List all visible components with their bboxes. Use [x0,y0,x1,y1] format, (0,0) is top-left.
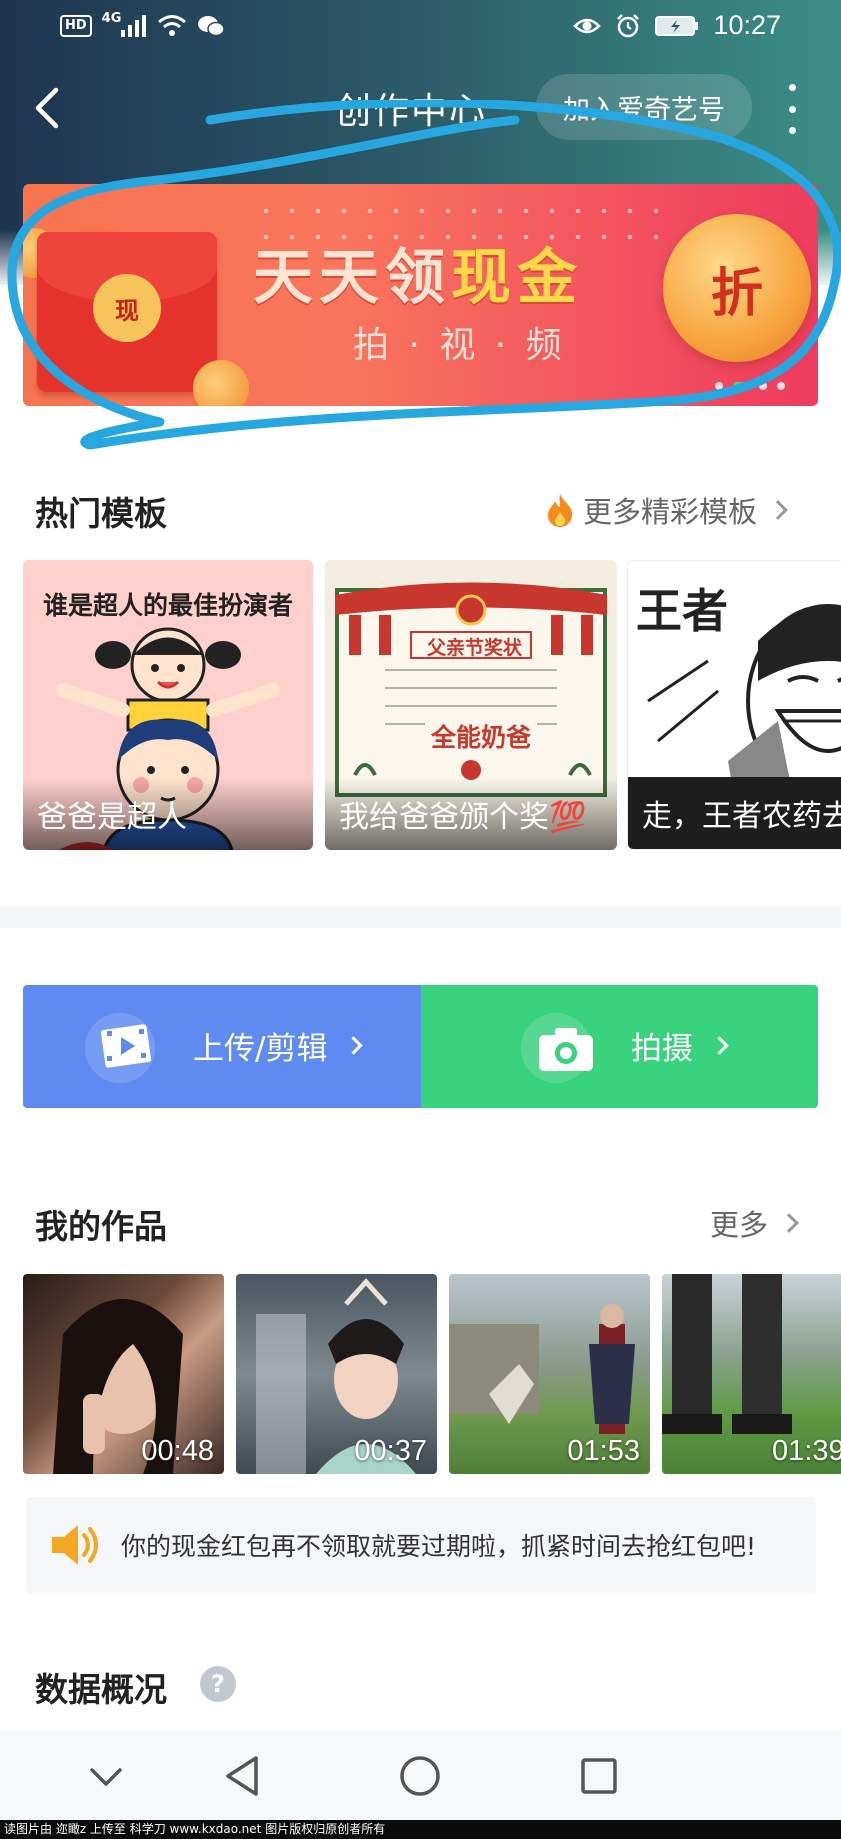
banner-indicator[interactable] [715,382,723,390]
status-bar: HD 4G 10:27 [0,0,841,56]
chevron-right-icon [710,1036,729,1055]
red-packet-notice[interactable]: 你的现金红包再不领取就要过期啦，抓紧时间去抢红包吧! [26,1497,816,1593]
section-divider [0,906,841,928]
chevron-right-icon [344,1036,364,1055]
wechat-icon [198,16,226,37]
notice-text: 你的现金红包再不领取就要过期啦，抓紧时间去抢红包吧! [121,1532,757,1561]
template-card[interactable]: 父亲节奖状 全能奶爸 我给爸爸颁个奖💯 [325,560,617,850]
system-nav-bar [0,1730,841,1820]
status-left: HD 4G [60,10,226,38]
template-label: 走，王者农药去 [628,777,841,849]
banner-indicators [715,382,785,390]
more-works-label: 更多 [710,1208,769,1242]
hd-badge: HD [60,15,92,37]
banner-title-part1: 天天领 [253,243,451,313]
upload-edit-text: 上传/剪辑 [193,1031,328,1067]
banner-subtitle: 拍 · 视 · 频 [353,325,566,366]
status-right: 10:27 [573,10,781,41]
template-label: 我给爸爸颁个奖💯 [325,778,617,850]
my-works-heading: 我的作品 [35,1207,167,1246]
network-label: 4G [101,10,122,26]
template-card[interactable]: 王者 走，王者农药去 [627,560,841,850]
banner-indicator[interactable] [759,382,767,390]
banner-title: 天天领现金 [253,229,583,316]
video-clip-icon [100,1024,152,1068]
chevron-right-icon [779,1213,799,1233]
nav-bar: 创作中心 加入爱奇艺号 [0,70,841,150]
chevron-right-icon [768,500,788,520]
chevron-down-icon[interactable] [86,1762,126,1792]
home-circle-icon[interactable] [398,1754,442,1798]
alarm-icon [617,13,640,37]
chevron-left-icon [35,87,59,129]
fire-icon [548,494,573,527]
work-duration: 01:53 [567,1435,640,1467]
template-card[interactable]: 谁是超人的最佳扮演者 爸爸是超人 [23,560,313,850]
more-templates-link[interactable]: 更多精彩模板 [545,489,788,531]
help-icon[interactable]: ? [200,1666,236,1702]
recents-square-icon[interactable] [579,1756,619,1796]
work-duration: 01:39 [772,1435,841,1467]
wifi-icon [158,15,187,36]
back-button[interactable] [22,78,72,138]
coin-decoration [193,360,249,406]
banner-indicator-active[interactable] [733,382,749,390]
page-title: 创作中心 [335,91,488,132]
template-label: 爸爸是超人 [23,778,313,850]
template-carousel: 谁是超人的最佳扮演者 爸爸是超人 父亲节奖状 全能奶爸 我给爸爸颁个奖💯 王者 … [23,560,841,850]
action-buttons: 上传/剪辑 拍摄 [23,985,818,1108]
discount-coin-icon: 折 [663,214,811,362]
more-works-link[interactable]: 更多 [710,1202,799,1244]
shoot-button[interactable]: 拍摄 [421,985,818,1108]
battery-icon [655,15,699,36]
status-time: 10:27 [713,10,781,40]
work-thumbnail[interactable]: 01:53 [449,1274,650,1474]
join-iqiyi-button[interactable]: 加入爱奇艺号 [536,74,752,140]
watermark-footer: 读图片由 迩瞰z 上传至 科学刀 www.kxdao.net 图片版权归原创者所… [0,1820,841,1839]
work-thumbnail[interactable]: 00:48 [23,1274,224,1474]
upload-edit-label: 上传/剪辑 [193,1023,364,1068]
camera-icon [539,1028,593,1071]
signal-icon [121,15,147,37]
template-caption: 父亲节奖状 [427,637,523,659]
banner-title-highlight: 现金 [451,243,583,313]
promo-banner[interactable]: 现 天天领现金 拍 · 视 · 频 折 [23,184,818,406]
shoot-text: 拍摄 [631,1031,693,1067]
work-duration: 00:37 [354,1435,427,1467]
shoot-label: 拍摄 [631,1023,729,1068]
envelope-seal: 现 [93,274,161,342]
work-thumbnail[interactable]: 00:37 [236,1274,437,1474]
work-duration: 00:48 [141,1435,214,1467]
red-envelope-icon: 现 [37,232,217,392]
back-triangle-icon[interactable] [222,1754,262,1798]
data-overview-heading: 数据概况 [35,1670,167,1709]
works-carousel: 00:48 00:37 01:53 01:39 [23,1274,841,1474]
eye-icon [573,18,602,33]
more-options-icon[interactable] [780,84,804,134]
banner-indicator[interactable] [777,382,785,390]
template-award-name: 全能奶爸 [425,718,538,754]
speaker-icon [52,1525,98,1565]
template-caption: 谁是超人的最佳扮演者 [43,591,294,620]
upload-edit-button[interactable]: 上传/剪辑 [23,985,421,1108]
work-thumbnail[interactable]: 01:39 [662,1274,841,1474]
hot-templates-heading: 热门模板 [35,494,167,533]
more-templates-label: 更多精彩模板 [583,495,758,529]
